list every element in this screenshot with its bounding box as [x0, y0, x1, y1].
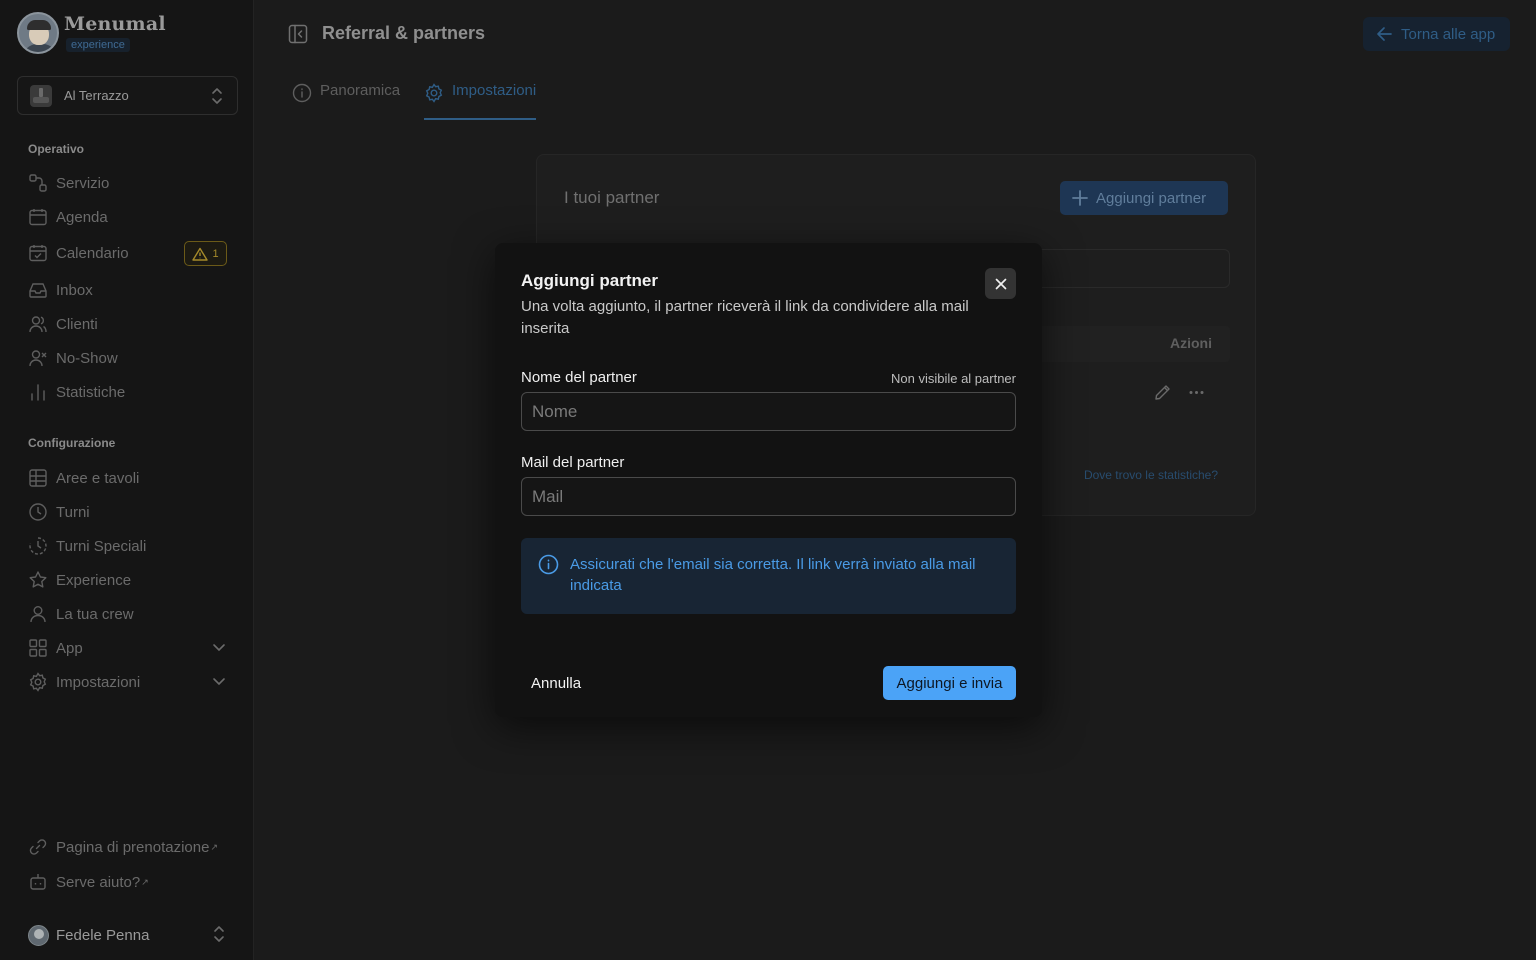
close-button[interactable] [985, 268, 1016, 299]
add-partner-modal: Aggiungi partner Una volta aggiunto, il … [495, 243, 1042, 717]
close-icon [995, 278, 1006, 289]
add-and-send-button[interactable]: Aggiungi e invia [883, 666, 1016, 700]
partner-mail-input[interactable] [521, 477, 1016, 516]
info-alert: Assicurati che l'email sia corretta. Il … [521, 538, 1016, 614]
partner-mail-label: Mail del partner [521, 454, 625, 471]
partner-name-label: Nome del partner [521, 369, 637, 386]
partner-name-hint: Non visibile al partner [890, 371, 1016, 386]
info-icon [538, 554, 559, 575]
info-alert-text: Assicurati che l'email sia corretta. Il … [570, 556, 976, 594]
cancel-button[interactable]: Annulla [521, 666, 591, 700]
modal-description: Una volta aggiunto, il partner riceverà … [521, 298, 969, 337]
modal-title: Aggiungi partner [521, 271, 658, 290]
partner-name-input[interactable] [521, 392, 1016, 431]
